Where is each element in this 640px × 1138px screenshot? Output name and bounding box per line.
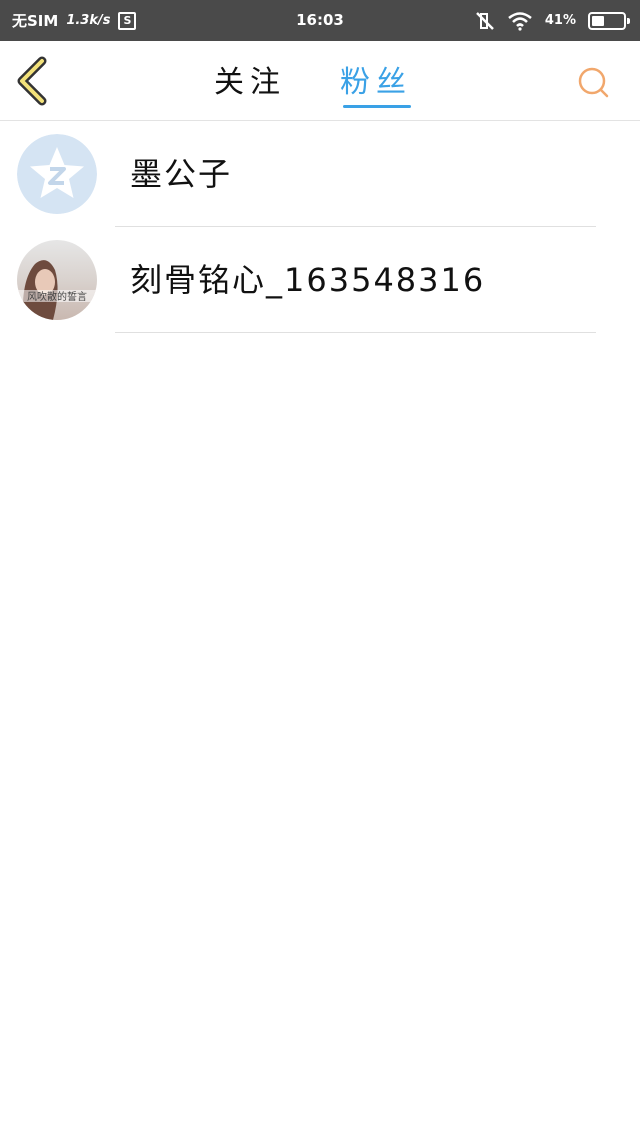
wifi-icon	[507, 11, 533, 31]
back-button[interactable]	[12, 55, 56, 107]
search-button[interactable]	[576, 65, 610, 99]
list-item[interactable]: 墨公子	[0, 121, 640, 227]
avatar[interactable]: 风吹散的誓言	[17, 240, 97, 320]
active-tab-indicator	[343, 105, 411, 108]
fan-list: 墨公子 风吹散的誓言 刻骨铭心_163548316	[0, 121, 640, 333]
search-icon	[578, 67, 609, 98]
status-bar: 无SIM 1.3k/s S 16:03 41%	[0, 0, 640, 41]
status-right: 41%	[475, 0, 630, 41]
tab-following[interactable]: 关注	[210, 63, 290, 109]
battery-percent: 41%	[544, 13, 576, 28]
mute-icon	[475, 11, 495, 31]
avatar-caption: 风吹散的誓言	[27, 290, 87, 303]
fan-name: 墨公子	[130, 155, 233, 193]
default-qq-avatar-icon	[17, 134, 97, 214]
battery-fill	[592, 15, 604, 26]
list-item[interactable]: 风吹散的誓言 刻骨铭心_163548316	[0, 227, 640, 333]
chevron-left-icon	[17, 56, 47, 106]
fan-name: 刻骨铭心_163548316	[130, 261, 486, 299]
battery-icon	[588, 11, 630, 30]
tab-fans[interactable]: 粉丝	[340, 63, 412, 109]
divider	[115, 332, 596, 333]
photo-avatar-icon: 风吹散的誓言	[17, 240, 97, 320]
nav-bar: 关注 粉丝	[0, 41, 640, 121]
screen: 无SIM 1.3k/s S 16:03 41% 关注 粉丝 墨公子 风吹散的誓言…	[0, 0, 640, 1138]
avatar[interactable]	[17, 134, 97, 214]
